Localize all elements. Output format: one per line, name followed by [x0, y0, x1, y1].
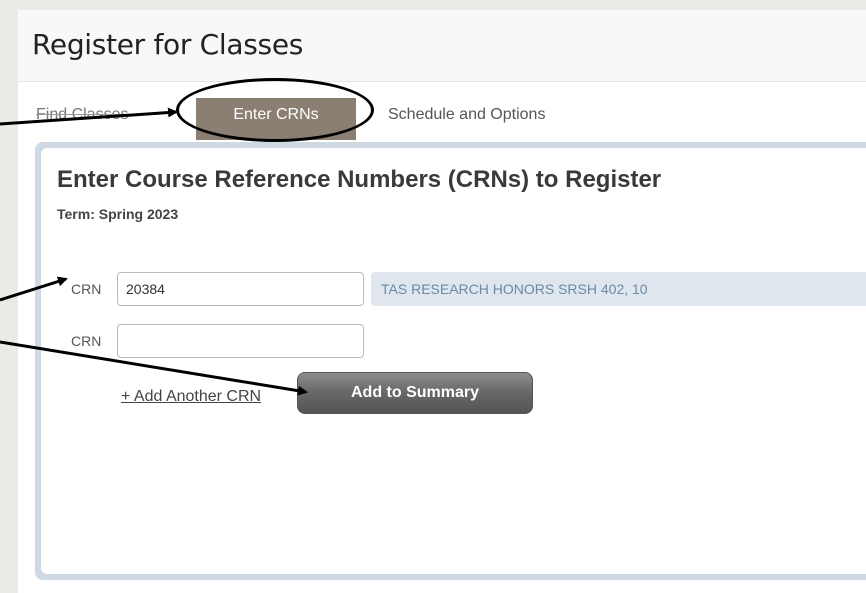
crn-panel: Enter Course Reference Numbers (CRNs) to…	[35, 142, 866, 580]
add-to-summary-button[interactable]: Add to Summary	[297, 372, 533, 414]
tab-bar: Find Classes Enter CRNs Schedule and Opt…	[18, 98, 866, 140]
term-label: Term: Spring 2023	[57, 206, 179, 222]
highlight-ellipse-annotation	[176, 78, 374, 142]
page-header: Register for Classes	[18, 10, 866, 82]
tab-schedule-options[interactable]: Schedule and Options	[376, 98, 596, 138]
crn-input-1[interactable]	[117, 272, 364, 306]
tab-find-classes[interactable]: Find Classes	[36, 98, 176, 138]
crn-label-1: CRN	[71, 281, 102, 297]
crn-label-2: CRN	[71, 333, 102, 349]
registration-page: Register for Classes Find Classes Enter …	[18, 10, 866, 593]
add-another-crn-link[interactable]: + Add Another CRN	[121, 388, 261, 406]
crn-input-2[interactable]	[117, 324, 364, 358]
page-title: Register for Classes	[32, 28, 304, 61]
crn-panel-body: Enter Course Reference Numbers (CRNs) to…	[41, 148, 866, 574]
course-info-1: TAS RESEARCH HONORS SRSH 402, 10	[371, 272, 866, 306]
section-title: Enter Course Reference Numbers (CRNs) to…	[57, 166, 662, 193]
